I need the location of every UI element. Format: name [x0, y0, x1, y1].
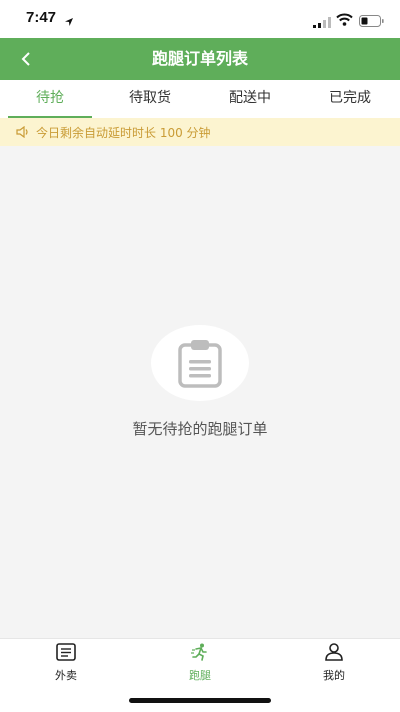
location-arrow-icon [64, 12, 74, 31]
status-time: 7:47 [26, 9, 57, 26]
document-list-icon [56, 643, 76, 661]
wifi-icon [336, 11, 353, 30]
speaker-icon [16, 126, 30, 138]
home-indicator [129, 698, 271, 703]
page-title: 跑腿订单列表 [151, 49, 248, 68]
clipboard-icon [178, 340, 222, 388]
cellular-signal-icon [313, 13, 331, 32]
chevron-left-icon [21, 52, 30, 66]
bottom-tab-mine-label: 我的 [323, 669, 345, 682]
bottom-tab-errand-label: 跑腿 [189, 669, 211, 682]
tab-waiting-grab[interactable]: 待抢 [0, 80, 100, 118]
user-icon [325, 643, 343, 661]
empty-state-illustration [151, 325, 249, 401]
battery-icon [359, 12, 384, 31]
tab-delivering[interactable]: 配送中 [200, 80, 300, 118]
bottom-tab-mine[interactable]: 我的 [304, 643, 364, 683]
notice-bar: 今日剩余自动延时时长 100 分钟 [0, 118, 400, 146]
bottom-tab-takeout-label: 外卖 [55, 669, 77, 682]
nav-bar: 跑腿订单列表 [0, 38, 400, 80]
tab-waiting-pickup[interactable]: 待取货 [100, 80, 200, 118]
bottom-tab-errand[interactable]: 跑腿 [170, 643, 230, 683]
tab-completed[interactable]: 已完成 [300, 80, 400, 118]
runner-icon [191, 643, 207, 661]
notice-text: 今日剩余自动延时时长 100 分钟 [36, 125, 211, 140]
empty-state-message: 暂无待抢的跑腿订单 [132, 420, 268, 438]
order-status-tabs: 待抢 待取货 配送中 已完成 [0, 80, 400, 118]
bottom-tab-takeout[interactable]: 外卖 [36, 643, 96, 683]
back-button[interactable] [12, 46, 40, 72]
status-bar: 7:47 [0, 0, 400, 38]
